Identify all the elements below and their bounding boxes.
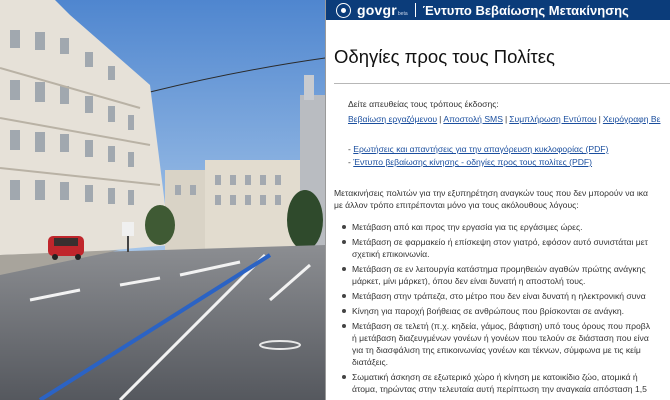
service-title[interactable]: Έντυπο Βεβαίωσης Μετακίνησης xyxy=(423,3,629,18)
paragraph-line: με άλλον τρόπο επιτρέπονται μόνο για του… xyxy=(334,200,579,210)
bullet-icon xyxy=(342,375,346,379)
list-item-text: για τη διασφάλιση της επικοινωνίας γονέω… xyxy=(352,345,641,355)
main-content: Οδηγίες προς τους Πολίτες Δείτε απευθεία… xyxy=(326,46,670,395)
list-item-text: Σωματική άσκηση σε εξωτερικό χώρο ή κίνη… xyxy=(352,372,638,382)
header-divider xyxy=(414,3,416,17)
link-faq-pdf[interactable]: Ερωτήσεις και απαντήσεις για την απαγόρε… xyxy=(353,144,608,154)
list-item: Κίνηση για παροχή βοήθειας σε ανθρώπους … xyxy=(342,305,670,317)
govgr-logo[interactable]: govgr xyxy=(357,2,397,18)
bullet-icon xyxy=(342,294,346,298)
separator: | xyxy=(504,114,508,124)
list-item: Μετάβαση από και προς την εργασία για τι… xyxy=(342,221,670,233)
link-employee-certificate[interactable]: Βεβαίωση εργαζόμενου xyxy=(348,114,437,124)
link-form-instructions-pdf[interactable]: Έντυπο βεβαίωσης κίνησης - οδηγίες προς … xyxy=(353,157,592,167)
site-header: govgr beta Έντυπο Βεβαίωσης Μετακίνησης xyxy=(326,0,670,20)
list-item-text: άτομα, τηρώντας στην τελευταία αυτή περί… xyxy=(352,384,647,394)
link-handwritten[interactable]: Χειρόγραφη Βε xyxy=(603,114,661,124)
beta-badge: beta xyxy=(397,11,408,17)
bullet-icon xyxy=(342,267,346,271)
issuance-intro: Δείτε απευθείας τους τρόπους έκδοσης: xyxy=(348,99,499,109)
list-item-text: μάρκετ, μίνι μάρκετ), όπου δεν είναι δυν… xyxy=(352,276,586,286)
allowed-reasons-list: Μετάβαση από και προς την εργασία για τι… xyxy=(334,221,670,395)
list-item: Μετάβαση στην τράπεζα, στο μέτρο που δεν… xyxy=(342,290,670,302)
list-item: Μετάβαση σε τελετή (π.χ. κηδεία, γάμος, … xyxy=(342,320,670,368)
list-item-text: Μετάβαση σε φαρμακείο ή επίσκεψη στον γι… xyxy=(352,237,648,247)
title-divider xyxy=(334,83,670,84)
page-title: Οδηγίες προς τους Πολίτες xyxy=(334,46,555,67)
list-item: - Έντυπο βεβαίωσης κίνησης - οδηγίες προ… xyxy=(348,157,593,167)
bullet-icon xyxy=(342,225,346,229)
list-item-text: Μετάβαση σε τελετή (π.χ. κηδεία, γάμος, … xyxy=(352,321,651,331)
list-item: Σωματική άσκηση σε εξωτερικό χώρο ή κίνη… xyxy=(342,371,670,395)
bullet-icon xyxy=(342,309,346,313)
list-item-text: Μετάβαση σε εν λειτουργία κατάστημα προμ… xyxy=(352,264,646,274)
list-item-text: ή μετάβαση διαζευγμένων γονέων ή γονέων … xyxy=(352,333,649,343)
paragraph-line: Μετακινήσεις πολιτών για την εξυπηρέτηση… xyxy=(334,188,648,198)
separator: | xyxy=(598,114,601,124)
pdf-links: - Ερωτήσεις και απαντήσεις για την απαγό… xyxy=(348,144,670,167)
list-item-text: διατάξεις. xyxy=(352,357,389,367)
movement-paragraph: Μετακινήσεις πολιτών για την εξυπηρέτηση… xyxy=(334,187,670,211)
browser-page: govgr beta Έντυπο Βεβαίωσης Μετακίνησης … xyxy=(325,0,670,400)
link-fill-form[interactable]: Συμπλήρωση Εντύπου xyxy=(509,114,596,124)
list-item-text: σχετική επικοινωνία. xyxy=(352,249,430,259)
link-send-sms[interactable]: Αποστολή SMS xyxy=(443,114,503,124)
list-item-text: Κίνηση για παροχή βοήθειας σε ανθρώπους … xyxy=(352,306,625,316)
list-item-text: Μετάβαση από και προς την εργασία για τι… xyxy=(352,222,583,232)
greek-emblem-icon[interactable] xyxy=(336,2,351,18)
street-scene-illustration xyxy=(0,0,325,400)
street-photo xyxy=(0,0,325,400)
list-item: - Ερωτήσεις και απαντήσεις για την απαγό… xyxy=(348,144,609,154)
list-item-text: Μετάβαση στην τράπεζα, στο μέτρο που δεν… xyxy=(352,291,646,301)
list-item: Μετάβαση σε εν λειτουργία κατάστημα προμ… xyxy=(342,263,670,287)
bullet-icon xyxy=(342,240,346,244)
bullet-icon xyxy=(342,324,346,328)
issuance-methods: Βεβαίωση εργαζόμενου | Αποστολή SMS | Συμπλή… xyxy=(348,114,670,124)
separator: | xyxy=(439,114,442,124)
list-item: Μετάβαση σε φαρμακείο ή επίσκεψη στον γι… xyxy=(342,236,670,260)
